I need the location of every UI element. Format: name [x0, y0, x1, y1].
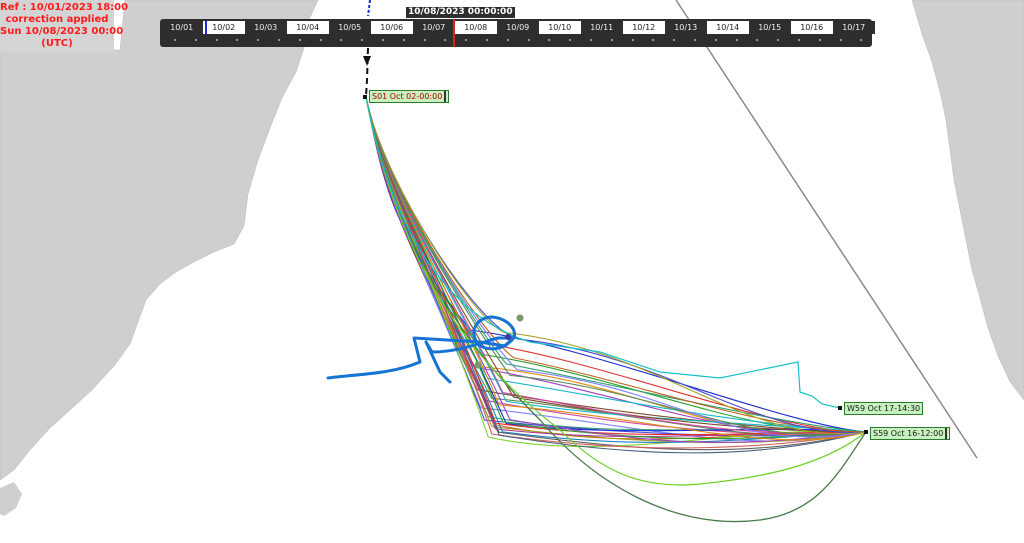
timeline-date-cell[interactable]: 10/06 [371, 21, 413, 34]
boundary-line [675, 0, 978, 459]
timeline-tick [361, 39, 364, 41]
timeline-date-cell[interactable]: 10/13 [665, 21, 707, 34]
start-point-marker [363, 95, 367, 99]
end-point-marker [864, 430, 868, 434]
timeline-tick [631, 39, 634, 41]
timeline-date-cell[interactable]: 10/16 [791, 21, 833, 34]
ensemble-route-line [365, 96, 867, 443]
waypoint-marker [505, 334, 511, 340]
end-tag[interactable]: S59 Oct 16-12:00 [870, 427, 951, 440]
timeline-date-cell[interactable]: 10/03 [245, 21, 287, 34]
timeline-tick [860, 39, 863, 41]
tag-edge [945, 428, 948, 439]
timeline-tick [402, 39, 405, 41]
timeline-date-cell[interactable]: 10/01 [161, 21, 203, 34]
timeline-tick [278, 39, 280, 41]
timeline-tick [548, 39, 551, 41]
approach-arrow-icon [363, 56, 371, 66]
reference-cursor[interactable] [205, 21, 207, 34]
north-route [367, 0, 371, 17]
timeline-date-cell[interactable]: 10/08 [455, 21, 497, 34]
current-date-line: Sun 10/08/2023 00:00 [0, 26, 124, 37]
waypoint-marker [474, 361, 482, 369]
timeline-tick [818, 39, 821, 41]
start-tag[interactable]: S01 Oct 02-00:00 [369, 90, 450, 103]
timeline-tick [652, 39, 655, 41]
timeline-date-cell[interactable]: 10/12 [623, 21, 665, 34]
timeline-tick [777, 39, 780, 41]
timeline-tick [798, 39, 800, 41]
ensemble-route-line [365, 96, 867, 443]
reference-line: Ref : 10/01/2023 18:00 [0, 2, 129, 13]
ensemble-routes [365, 96, 867, 523]
timeline-date-cell[interactable]: 10/04 [287, 21, 329, 34]
timeline-tick [610, 39, 613, 41]
timeline-date-cell[interactable]: 10/05 [329, 21, 371, 34]
timeline-tick [465, 39, 468, 41]
timeline-tick [319, 39, 322, 41]
timeline-date-cell[interactable]: 10/11 [581, 21, 623, 34]
current-time-label: 10/08/2023 00:00:00 [406, 7, 515, 18]
timeline-tick [486, 39, 488, 41]
tag-edge [444, 91, 447, 102]
timeline-tick [444, 39, 447, 41]
west-tag-label: W59 Oct 17-14:30 [847, 404, 921, 413]
timeline-date-cell[interactable]: 10/17 [833, 21, 875, 34]
timeline-date-cell[interactable]: 10/10 [539, 21, 581, 34]
timeline-date-cell[interactable]: 10/09 [497, 21, 539, 34]
timeline-tick [382, 39, 384, 41]
timeline-tick [257, 39, 260, 41]
waypoint-marker [516, 314, 524, 322]
west-point-marker [838, 406, 842, 410]
timeline-date-cell[interactable]: 10/02 [203, 21, 245, 34]
timeline-tick [215, 39, 218, 41]
timeline-tick [673, 39, 676, 41]
timeline-tick [174, 39, 176, 41]
timeline-date-cell[interactable]: 10/14 [707, 21, 749, 34]
timeline-tick [714, 39, 717, 41]
timeline-tick [298, 39, 301, 41]
timeline-tick [569, 39, 572, 41]
timeline-date-cell[interactable]: 10/07 [413, 21, 455, 34]
timeline-tick [735, 39, 738, 41]
timeline-tick [236, 39, 239, 41]
south-america-landmass [0, 0, 319, 481]
approach-route [365, 47, 369, 97]
route-map[interactable] [0, 0, 1024, 543]
timeline-tick [423, 39, 426, 41]
africa-landmass [911, 0, 1024, 401]
west-tag[interactable]: W59 Oct 17-14:30 [844, 402, 924, 415]
timeline-tick [506, 39, 509, 41]
reference-info-box: Ref : 10/01/2023 18:00 correction applie… [0, 0, 129, 52]
timeline-ticks [160, 36, 872, 44]
timeline-tick [756, 39, 759, 41]
timeline-tick [527, 39, 530, 41]
south-america-tip [0, 482, 22, 516]
timeline-date-cell[interactable]: 10/15 [749, 21, 791, 34]
time-cursor[interactable] [453, 19, 455, 47]
end-tag-label: S59 Oct 16-12:00 [873, 429, 944, 438]
start-tag-label: S01 Oct 02-00:00 [372, 92, 443, 101]
timeline-tick [194, 39, 197, 41]
correction-line: correction applied [5, 14, 109, 25]
timeline-tick [694, 39, 696, 41]
timeline-tick [340, 39, 343, 41]
timeline-tick [590, 39, 592, 41]
timeline-bar[interactable]: 10/01 10/02 10/03 10/04 10/05 10/06 10/07 10/08… [160, 19, 875, 47]
ensemble-route-line [365, 96, 867, 444]
timeline-tick [839, 39, 842, 41]
timezone-line: (UTC) [41, 38, 73, 49]
timeline-dates: 10/01 10/02 10/03 10/04 10/05 10/06 10/07 10/08… [161, 21, 875, 35]
